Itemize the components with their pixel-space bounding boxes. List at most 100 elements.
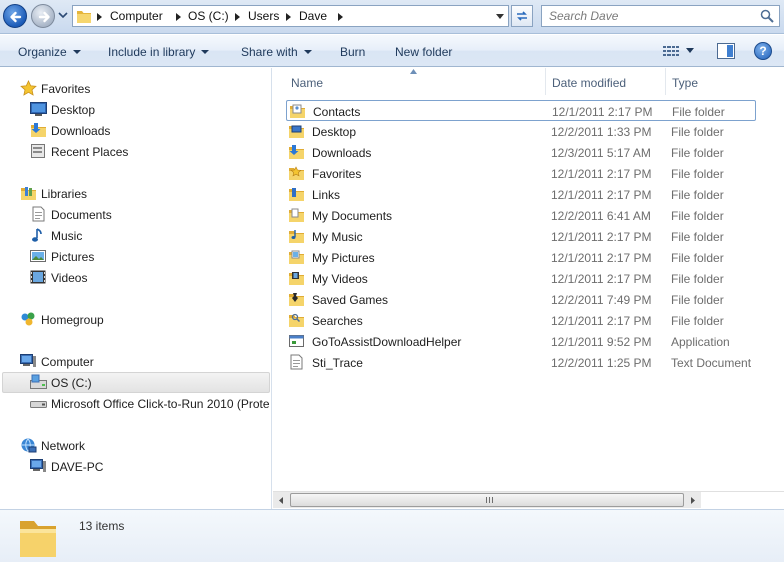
music-note-icon — [32, 228, 42, 242]
file-date: 12/1/2011 9:52 PM — [551, 335, 652, 349]
file-date: 12/2/2011 6:41 AM — [551, 209, 651, 223]
file-name: My Music — [312, 230, 363, 244]
application-icon — [289, 335, 304, 347]
file-type: File folder — [671, 230, 724, 244]
include-in-library-button[interactable]: Include in library — [108, 45, 210, 59]
file-row-desktop[interactable]: Desktop 12/2/2011 1:33 PM File folder — [286, 121, 756, 142]
breadcrumb-separator[interactable] — [97, 13, 102, 21]
forward-arrow-icon — [38, 11, 50, 23]
homegroup-icon — [21, 312, 35, 326]
breadcrumb-computer[interactable]: Computer — [110, 9, 163, 23]
pictures-icon — [30, 250, 46, 262]
file-row-my-videos[interactable]: My Videos 12/1/2011 2:17 PM File folder — [286, 268, 756, 289]
column-header-date-modified[interactable]: Date modified — [546, 68, 666, 95]
nav-favorites-label: Favorites — [41, 82, 91, 96]
libraries-icon — [21, 187, 36, 200]
address-bar[interactable]: Computer OS (C:) Users Dave — [72, 5, 509, 27]
videos-folder-icon — [289, 272, 304, 285]
include-in-library-label: Include in library — [108, 45, 196, 59]
saved-games-folder-icon — [289, 293, 304, 306]
back-button[interactable] — [3, 4, 27, 28]
forward-button[interactable] — [31, 4, 55, 28]
nav-computer-label: Computer — [41, 355, 94, 369]
burn-button[interactable]: Burn — [340, 45, 365, 59]
new-folder-button[interactable]: New folder — [395, 45, 452, 59]
refresh-icon — [517, 11, 527, 21]
share-with-button[interactable]: Share with — [241, 45, 312, 59]
large-folder-icon — [20, 521, 56, 557]
virtual-drive-icon — [30, 401, 47, 408]
text-document-icon — [290, 354, 303, 370]
favorites-folder-icon — [289, 166, 304, 180]
file-type: File folder — [672, 105, 725, 119]
breadcrumb-os-c[interactable]: OS (C:) — [188, 9, 229, 23]
file-type: File folder — [671, 209, 724, 223]
file-row-links[interactable]: Links 12/1/2011 2:17 PM File folder — [286, 184, 756, 205]
nav-item-label: Desktop — [51, 103, 96, 117]
breadcrumb-dave[interactable]: Dave — [299, 9, 327, 23]
pictures-folder-icon — [289, 250, 304, 264]
music-folder-icon — [289, 230, 304, 243]
breadcrumb-separator[interactable] — [338, 13, 343, 21]
computer-icon — [20, 354, 36, 367]
change-view-icon[interactable] — [663, 45, 679, 57]
refresh-button[interactable] — [511, 5, 533, 27]
file-row-sti-trace[interactable]: Sti_Trace 12/2/2011 1:25 PM Text Documen… — [286, 352, 756, 373]
file-name: Contacts — [313, 105, 361, 119]
recent-pages-chevron-icon[interactable] — [58, 12, 68, 20]
desktop-icon — [30, 102, 47, 116]
scroll-right-icon[interactable] — [684, 492, 701, 509]
preview-pane-icon[interactable] — [717, 43, 735, 59]
column-header-type[interactable]: Type — [666, 68, 784, 95]
search-box[interactable] — [541, 5, 780, 27]
organize-button[interactable]: Organize — [18, 45, 81, 59]
file-name: Links — [312, 188, 341, 202]
file-row-my-music[interactable]: My Music 12/1/2011 2:17 PM File folder — [286, 226, 756, 247]
file-date: 12/1/2011 2:17 PM — [551, 230, 652, 244]
file-row-downloads[interactable]: Downloads 12/3/2011 5:17 AM File folder — [286, 142, 756, 163]
details-pane: 13 items — [0, 509, 784, 562]
file-name: Desktop — [312, 125, 357, 139]
file-row-my-documents[interactable]: My Documents 12/2/2011 6:41 AM File fold… — [286, 205, 756, 226]
breadcrumb-users[interactable]: Users — [248, 9, 279, 23]
horizontal-scrollbar[interactable] — [273, 491, 784, 509]
file-name: Saved Games — [312, 293, 389, 307]
nav-item-label: Microsoft Office Click-to-Run 2010 (Prot… — [51, 397, 270, 411]
address-history-dropdown-icon[interactable] — [496, 14, 504, 19]
file-row-my-pictures[interactable]: My Pictures 12/1/2011 2:17 PM File folde… — [286, 247, 756, 268]
network-icon — [21, 438, 37, 453]
network-computer-icon — [30, 459, 46, 472]
breadcrumb-separator[interactable] — [176, 13, 181, 21]
file-type: File folder — [671, 251, 724, 265]
dropdown-caret-icon — [303, 50, 312, 54]
file-row-saved-games[interactable]: Saved Games 12/2/2011 7:49 PM File folde… — [286, 289, 756, 310]
file-name: GoToAssistDownloadHelper — [312, 335, 462, 349]
file-list: Name Date modified Type Contacts 12/1/20… — [273, 68, 784, 509]
view-options-caret-icon[interactable] — [686, 48, 694, 54]
column-header-label: Name — [291, 76, 324, 90]
file-row-contacts[interactable]: Contacts 12/1/2011 2:17 PM File folder — [286, 100, 756, 121]
help-button[interactable]: ? — [754, 42, 772, 60]
breadcrumb-separator[interactable] — [286, 13, 291, 21]
file-date: 12/2/2011 1:25 PM — [551, 356, 652, 370]
file-date: 12/2/2011 7:49 PM — [551, 293, 652, 307]
breadcrumb-separator[interactable] — [235, 13, 240, 21]
file-date: 12/1/2011 2:17 PM — [551, 314, 652, 328]
drive-icon — [30, 374, 47, 389]
file-date: 12/1/2011 2:17 PM — [552, 105, 653, 119]
search-input[interactable] — [542, 6, 752, 26]
file-date: 12/1/2011 2:17 PM — [551, 272, 652, 286]
scrollbar-thumb[interactable] — [290, 493, 684, 507]
address-row: Computer OS (C:) Users Dave — [0, 0, 784, 34]
file-row-favorites[interactable]: Favorites 12/1/2011 2:17 PM File folder — [286, 163, 756, 184]
file-type: Text Document — [671, 356, 752, 370]
file-row-searches[interactable]: Searches 12/1/2011 2:17 PM File folder — [286, 310, 756, 331]
file-row-gotoassist[interactable]: GoToAssistDownloadHelper 12/1/2011 9:52 … — [286, 331, 756, 352]
links-folder-icon — [289, 188, 304, 201]
column-header-name[interactable]: Name — [285, 68, 546, 95]
desktop-folder-icon — [289, 125, 304, 138]
search-icon[interactable] — [760, 9, 774, 23]
scroll-left-icon[interactable] — [273, 492, 290, 509]
nav-item-label: OS (C:) — [51, 376, 92, 390]
file-name: My Pictures — [312, 251, 375, 265]
